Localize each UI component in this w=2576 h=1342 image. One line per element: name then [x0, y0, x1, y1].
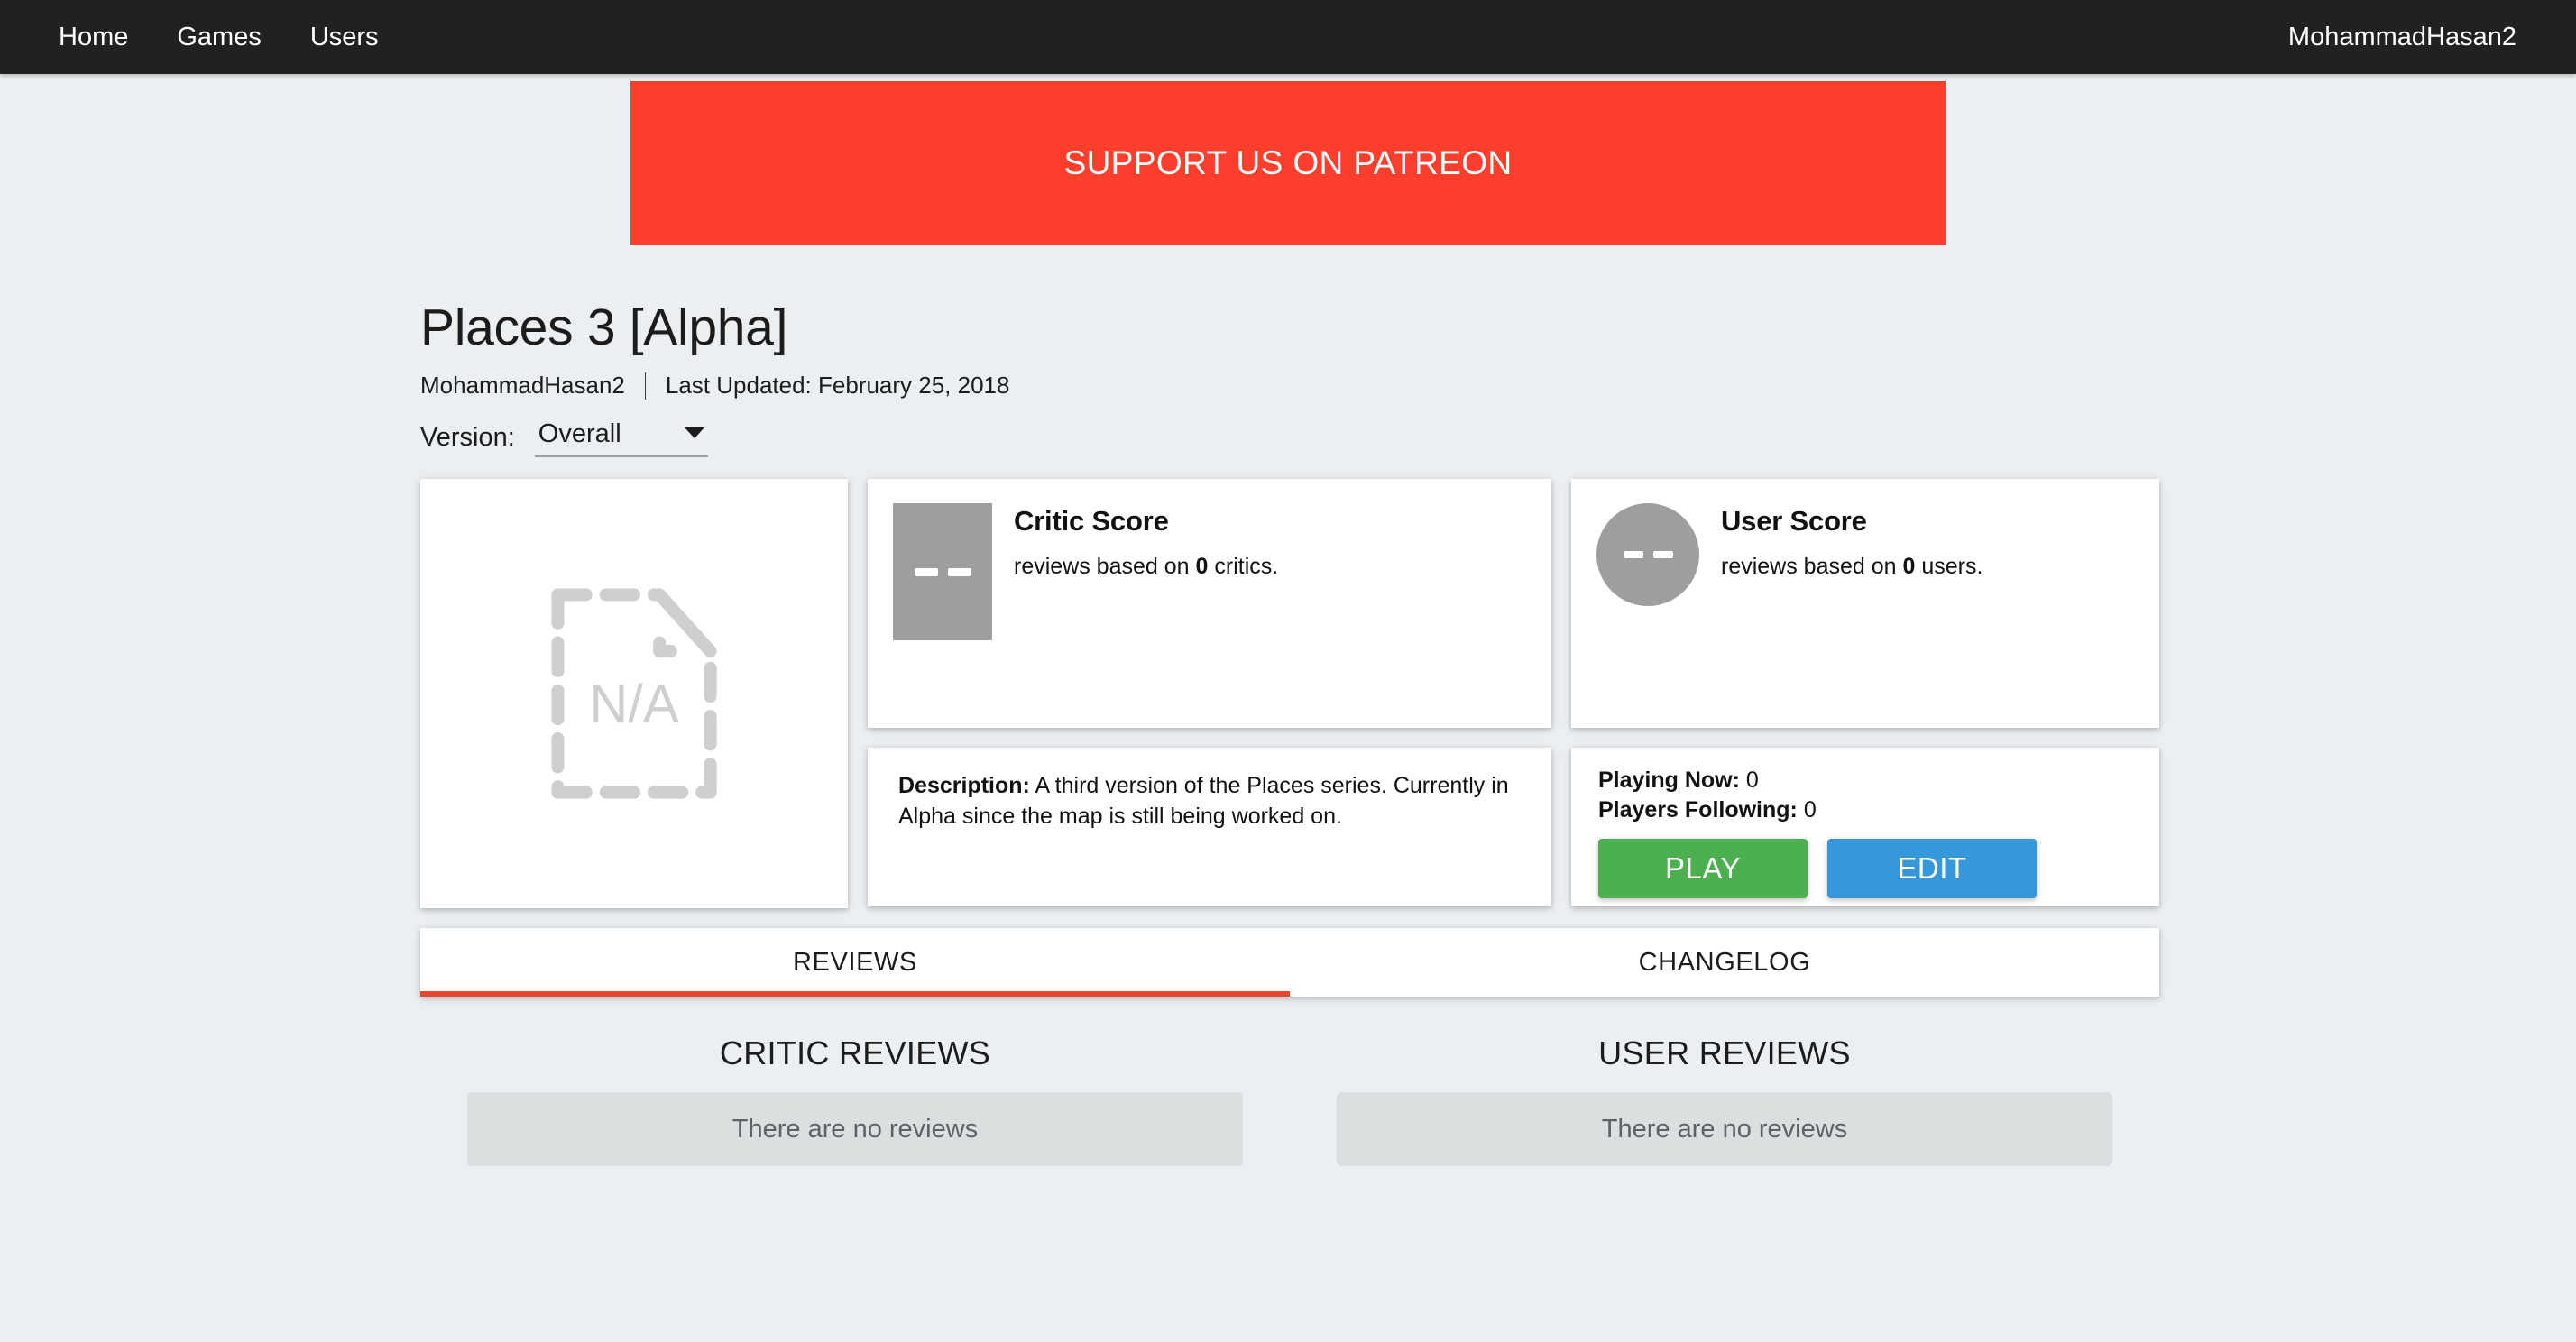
critic-score-badge [893, 503, 992, 640]
user-score-card: User Score reviews based on 0 users. [1571, 479, 2159, 728]
user-sub-prefix: reviews based on [1721, 554, 1897, 579]
critic-reviews-heading: CRITIC REVIEWS [719, 1034, 991, 1071]
patreon-banner[interactable]: SUPPORT US ON PATREON [630, 81, 1946, 245]
critic-reviews-column: CRITIC REVIEWS There are no reviews [420, 1011, 1290, 1166]
critic-score-card: Critic Score reviews based on 0 critics. [868, 479, 1551, 728]
byline-author[interactable]: MohammadHasan2 [420, 372, 625, 400]
action-button-row: PLAY EDIT [1598, 839, 2132, 898]
nav-links: Home Games Users [34, 0, 403, 74]
top-navbar: Home Games Users MohammadHasan2 [0, 0, 2576, 74]
critic-score-value [914, 567, 971, 576]
nav-link-home[interactable]: Home [34, 0, 152, 74]
critic-score-text: Critic Score reviews based on 0 critics. [1014, 503, 1278, 580]
user-review-count: 0 [1902, 554, 1916, 579]
user-reviews-heading: USER REVIEWS [1598, 1034, 1851, 1071]
description-actions-row: Description: A third version of the Plac… [868, 748, 2159, 906]
critic-score-title: Critic Score [1014, 505, 1169, 537]
tab-changelog[interactable]: CHANGELOG [1290, 928, 2159, 997]
description-label: Description: [898, 773, 1030, 798]
user-score-badge [1596, 503, 1699, 606]
page-content: Places 3 [Alpha] MohammadHasan2 Last Upd… [417, 298, 2159, 1166]
tab-active-indicator [420, 991, 1290, 997]
version-select-value: Overall [538, 419, 621, 448]
playing-now-stat: Playing Now: 0 [1598, 766, 2132, 795]
critic-sub-suffix: critics. [1214, 554, 1279, 579]
image-placeholder-na-icon: N/A [551, 588, 717, 799]
playing-now-label: Playing Now: [1598, 768, 1740, 793]
players-following-value: 0 [1803, 796, 1817, 823]
critic-review-count: 0 [1195, 554, 1209, 579]
chevron-down-icon [684, 427, 704, 438]
score-cards-row: Critic Score reviews based on 0 critics.… [868, 479, 2159, 728]
actions-card: Playing Now: 0 Players Following: 0 PLAY… [1571, 748, 2159, 906]
nav-link-users[interactable]: Users [286, 0, 403, 74]
critic-sub-prefix: reviews based on [1014, 554, 1190, 579]
user-reviews-column: USER REVIEWS There are no reviews [1290, 1011, 2159, 1166]
content-inner: Places 3 [Alpha] MohammadHasan2 Last Upd… [417, 298, 2159, 1166]
user-score-text: User Score reviews based on 0 users. [1721, 503, 1983, 580]
description-text: Description: A third version of the Plac… [898, 771, 1521, 832]
overview-right-column: Critic Score reviews based on 0 critics.… [868, 479, 2159, 906]
players-following-label: Players Following: [1598, 796, 1798, 823]
user-score-subtitle: reviews based on 0 users. [1721, 554, 1983, 580]
tab-reviews[interactable]: REVIEWS [420, 928, 1290, 997]
reviews-row: CRITIC REVIEWS There are no reviews USER… [420, 1011, 2159, 1166]
playing-now-value: 0 [1745, 768, 1759, 793]
description-card: Description: A third version of the Plac… [868, 748, 1551, 906]
user-sub-suffix: users. [1921, 554, 1983, 579]
critic-reviews-empty-state: There are no reviews [467, 1092, 1243, 1166]
nav-user-menu[interactable]: MohammadHasan2 [2263, 0, 2542, 74]
version-row: Version: Overall [420, 419, 2159, 457]
version-select[interactable]: Overall [534, 419, 708, 457]
patreon-banner-label: SUPPORT US ON PATREON [1063, 144, 1513, 181]
patreon-banner-wrapper: SUPPORT US ON PATREON [0, 74, 2576, 245]
byline: MohammadHasan2 Last Updated: February 25… [420, 372, 2159, 400]
svg-text:N/A: N/A [589, 673, 679, 733]
user-reviews-empty-state: There are no reviews [1337, 1092, 2112, 1166]
user-score-title: User Score [1721, 505, 1867, 537]
byline-last-updated: Last Updated: February 25, 2018 [665, 372, 1010, 399]
page-title: Places 3 [Alpha] [420, 299, 788, 356]
overview-cards-row: N/A Critic Score reviews based on 0 crit… [420, 479, 2159, 908]
version-label: Version: [420, 423, 515, 452]
user-score-value [1623, 551, 1673, 558]
tab-bar: REVIEWS CHANGELOG [420, 928, 2159, 997]
play-button[interactable]: PLAY [1598, 839, 1808, 898]
nav-link-games[interactable]: Games [152, 0, 285, 74]
critic-score-subtitle: reviews based on 0 critics. [1014, 554, 1278, 580]
game-image-card: N/A [420, 479, 848, 908]
players-following-stat: Players Following: 0 [1598, 795, 2132, 825]
byline-divider [644, 372, 646, 400]
edit-button[interactable]: EDIT [1827, 839, 2037, 898]
